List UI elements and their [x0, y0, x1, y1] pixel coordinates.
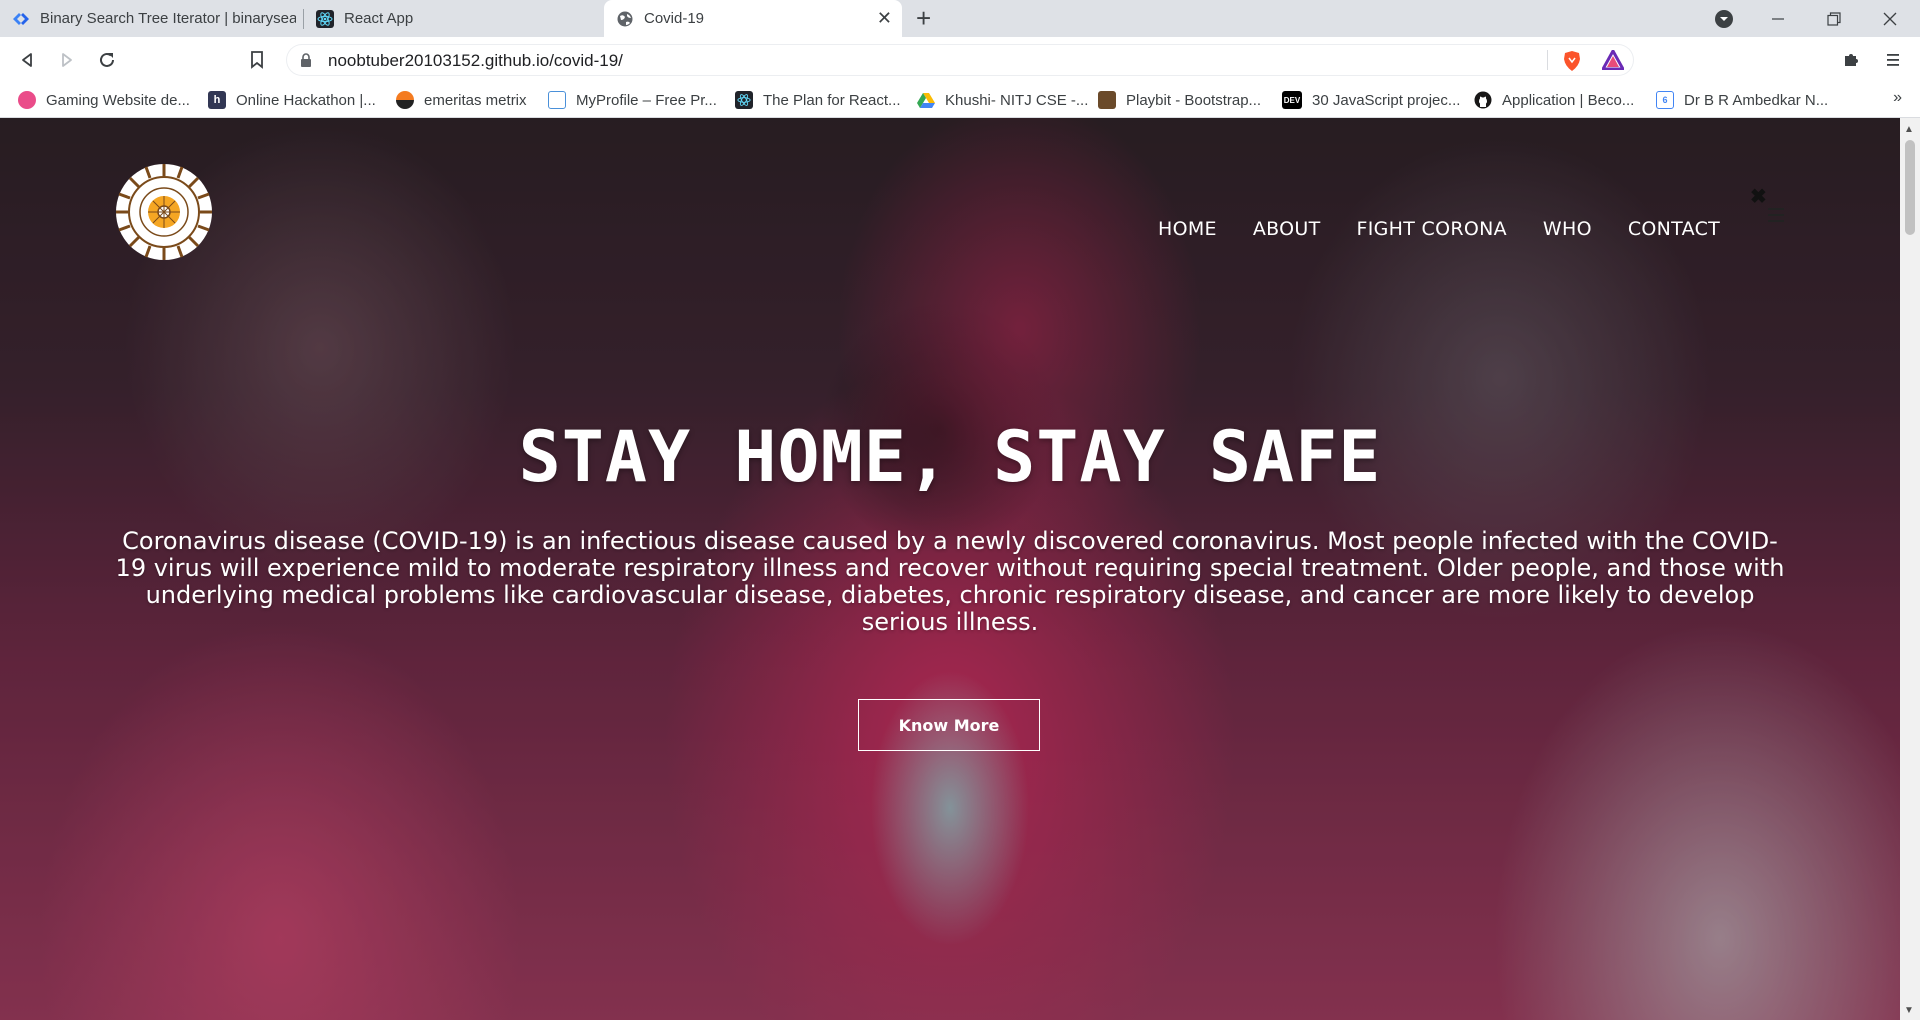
close-menu-icon[interactable]: ✖: [1750, 184, 1767, 209]
lock-icon: [298, 52, 314, 68]
brave-rewards-icon[interactable]: [1601, 49, 1625, 75]
bookmark-item[interactable]: Gaming Website de...: [18, 90, 190, 110]
bookmark-label: Gaming Website de...: [46, 91, 190, 109]
tab-react-app[interactable]: React App: [304, 0, 600, 37]
bookmark-icon: [251, 51, 263, 69]
menu-button[interactable]: [1880, 47, 1906, 73]
nav-contact[interactable]: CONTACT: [1628, 218, 1720, 248]
binarysearch-icon: [12, 10, 30, 28]
nav-home[interactable]: HOME: [1158, 218, 1217, 248]
bookmark-item[interactable]: MyProfile – Free Pr...: [548, 90, 717, 110]
bookmark-label: 30 JavaScript projec...: [1312, 91, 1461, 109]
tab-covid-19[interactable]: Covid-19 ✕: [604, 0, 902, 37]
restore-button[interactable]: [1806, 0, 1862, 37]
tab-title: Covid-19: [644, 10, 705, 27]
bookmarks-bar: Gaming Website de... h Online Hackathon …: [0, 83, 1920, 118]
tab-title: React App: [344, 10, 414, 27]
know-more-button[interactable]: Know More: [858, 699, 1040, 751]
back-icon: [22, 53, 32, 67]
main-nav: HOME ABOUT FIGHT CORONA WHO CONTACT: [1158, 218, 1756, 248]
extensions-button[interactable]: [1838, 47, 1864, 73]
minimize-button[interactable]: [1750, 0, 1806, 37]
back-button[interactable]: [14, 47, 40, 73]
github-icon: [1474, 91, 1492, 109]
puzzle-icon: [1845, 54, 1858, 66]
hero-description: Coronavirus disease (COVID-19) is an inf…: [115, 527, 1785, 636]
bookmark-item[interactable]: Application | Beco...: [1474, 90, 1634, 110]
bookmark-label: MyProfile – Free Pr...: [576, 91, 717, 109]
brave-shield-icon[interactable]: [1562, 50, 1582, 77]
tab-title: Binary Search Tree Iterator | binarysear: [40, 10, 296, 27]
scroll-up-icon[interactable]: ▲: [1904, 124, 1914, 135]
globe-icon: [616, 10, 634, 28]
chevron-down-icon: [1715, 9, 1733, 28]
nitj-logo[interactable]: [114, 162, 214, 262]
google-drive-icon: [917, 91, 935, 109]
page-scrollbar[interactable]: ▲ ▼: [1900, 118, 1920, 1020]
bookmark-label: emeritas metrix: [424, 91, 527, 109]
document-icon: [548, 91, 566, 109]
hero-title: STAY HOME, STAY SAFE: [518, 416, 1382, 498]
new-tab-button[interactable]: +: [916, 3, 931, 34]
close-tab-icon[interactable]: ✕: [877, 8, 892, 29]
close-icon: [1883, 12, 1897, 25]
hero-section: ✖ HOME ABOUT FIGHT CORONA WHO CONTACT ST…: [0, 118, 1900, 1020]
bookmark-item[interactable]: 6 Dr B R Ambedkar N...: [1656, 90, 1828, 110]
playbit-icon: [1098, 91, 1116, 109]
bookmark-label: Dr B R Ambedkar N...: [1684, 91, 1829, 109]
restore-icon: [1827, 11, 1841, 26]
nav-fight-corona[interactable]: FIGHT CORONA: [1357, 218, 1507, 248]
tab-search-button[interactable]: [1696, 0, 1752, 37]
hackerearth-icon: h: [208, 91, 226, 109]
dev-icon: DEV: [1282, 91, 1302, 109]
minimize-icon: [1772, 17, 1784, 20]
react-icon: [316, 9, 334, 28]
menu-icon: [1887, 54, 1899, 66]
url-text: noobtuber20103152.github.io/covid-19/: [328, 51, 623, 70]
close-window-button[interactable]: [1862, 0, 1918, 37]
omnibox-divider: [1547, 50, 1548, 70]
browser-toolbar: noobtuber20103152.github.io/covid-19/: [0, 37, 1920, 83]
dribbble-icon: [18, 91, 36, 109]
bookmark-label: Application | Beco...: [1502, 91, 1635, 109]
bookmark-item[interactable]: Khushi- NITJ CSE -...: [917, 90, 1088, 110]
reload-button[interactable]: [94, 47, 120, 73]
nav-who[interactable]: WHO: [1543, 218, 1592, 248]
hamburger-icon[interactable]: [1768, 208, 1784, 222]
bookmark-label: The Plan for React...: [763, 91, 901, 109]
bookmarks-overflow-button[interactable]: »: [1893, 89, 1902, 107]
bookmark-item[interactable]: h Online Hackathon |...: [208, 90, 376, 110]
bookmark-item[interactable]: The Plan for React...: [735, 90, 901, 110]
nav-about[interactable]: ABOUT: [1253, 218, 1321, 248]
reload-icon: [100, 52, 114, 67]
address-bar[interactable]: noobtuber20103152.github.io/covid-19/: [286, 44, 1634, 76]
bookmark-item[interactable]: Playbit - Bootstrap...: [1098, 90, 1261, 110]
orange-circle-icon: [396, 91, 414, 109]
scroll-thumb[interactable]: [1905, 140, 1915, 235]
bookmark-label: Playbit - Bootstrap...: [1126, 91, 1262, 109]
bookmark-item[interactable]: emeritas metrix: [396, 90, 527, 110]
bookmark-item[interactable]: DEV 30 JavaScript projec...: [1282, 90, 1460, 110]
scroll-down-icon[interactable]: ▼: [1904, 1005, 1914, 1016]
google-calendar-icon: 6: [1656, 91, 1674, 109]
tab-strip: Binary Search Tree Iterator | binarysear…: [0, 0, 1920, 37]
tab-binary-search[interactable]: Binary Search Tree Iterator | binarysear: [0, 0, 296, 37]
bookmark-label: Online Hackathon |...: [236, 91, 376, 109]
bookmark-button[interactable]: [244, 47, 270, 73]
forward-button[interactable]: [54, 47, 80, 73]
bookmark-label: Khushi- NITJ CSE -...: [945, 91, 1089, 109]
react-icon: [735, 91, 753, 109]
forward-icon: [62, 53, 72, 67]
